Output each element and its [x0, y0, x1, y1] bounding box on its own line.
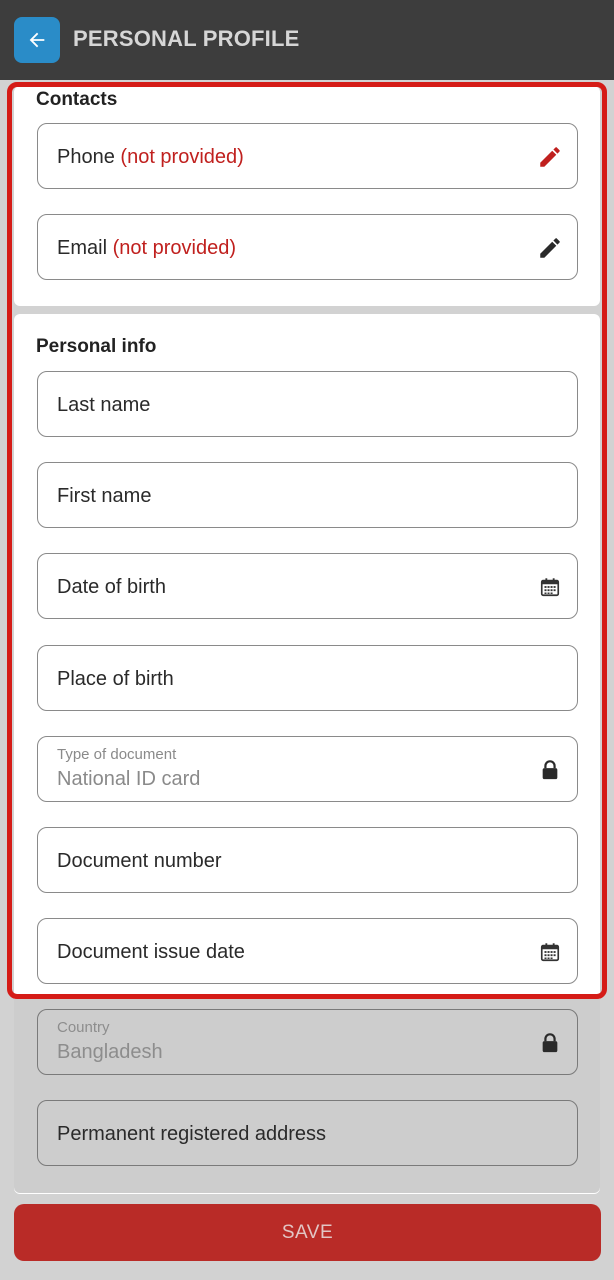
country-value: Bangladesh [57, 1041, 163, 1063]
save-button[interactable]: SAVE [14, 1204, 601, 1261]
last-name-label: Last name [57, 394, 151, 416]
first-name-field[interactable]: First name [37, 462, 578, 528]
document-number-label: Document number [57, 850, 222, 872]
document-issue-date-field[interactable]: Document issue date [37, 918, 578, 984]
document-type-label: Type of document [57, 746, 177, 763]
permanent-address-label: Permanent registered address [57, 1123, 327, 1145]
place-of-birth-field[interactable]: Place of birth [37, 645, 578, 711]
date-of-birth-label: Date of birth [57, 576, 166, 598]
email-not-provided: (not provided) [112, 237, 236, 259]
country-label: Country [57, 1019, 110, 1036]
date-of-birth-field[interactable]: Date of birth [37, 553, 578, 619]
calendar-icon[interactable] [537, 574, 563, 600]
place-of-birth-label: Place of birth [57, 668, 174, 690]
first-name-label: First name [57, 485, 152, 507]
document-issue-date-label: Document issue date [57, 941, 245, 963]
email-field[interactable]: Email (not provided) [37, 214, 578, 280]
pencil-icon[interactable] [537, 235, 563, 261]
pencil-icon[interactable] [537, 144, 563, 170]
lock-icon [537, 757, 563, 783]
contacts-section-label: Contacts [36, 89, 118, 110]
calendar-icon[interactable] [537, 939, 563, 965]
app-header: PERSONAL PROFILE [0, 0, 614, 80]
phone-field[interactable]: Phone (not provided) [37, 123, 578, 189]
country-field: Country Bangladesh [37, 1009, 578, 1075]
back-button[interactable] [14, 17, 60, 63]
document-type-field: Type of document National ID card [37, 736, 578, 802]
permanent-address-field[interactable]: Permanent registered address [37, 1100, 578, 1166]
email-label: Email (not provided) [57, 237, 236, 259]
lock-icon [537, 1030, 563, 1056]
document-type-value: National ID card [57, 768, 201, 790]
phone-label: Phone (not provided) [57, 146, 244, 168]
page-title: PERSONAL PROFILE [73, 26, 300, 51]
arrow-left-icon [29, 32, 45, 48]
personal-info-section-label: Personal info [36, 336, 157, 357]
last-name-field[interactable]: Last name [37, 371, 578, 437]
phone-not-provided: (not provided) [120, 146, 244, 168]
document-number-field[interactable]: Document number [37, 827, 578, 893]
